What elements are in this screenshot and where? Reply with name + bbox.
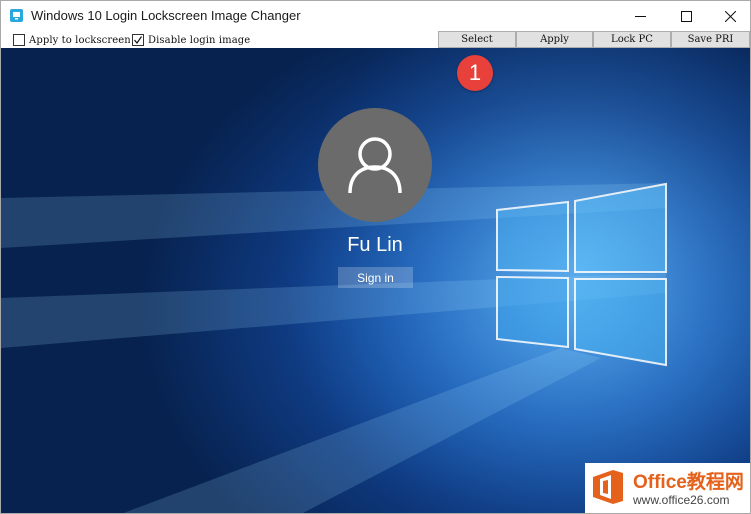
user-icon xyxy=(348,137,402,194)
avatar xyxy=(318,108,432,222)
close-icon xyxy=(724,10,736,22)
step-marker: 1 xyxy=(457,55,493,91)
apply-button[interactable]: Apply xyxy=(516,31,593,48)
maximize-icon xyxy=(680,10,692,22)
apply-lockscreen-option[interactable]: Apply to lockscreen xyxy=(13,33,130,47)
minimize-button[interactable] xyxy=(617,1,663,31)
watermark-url: www.office26.com xyxy=(633,493,730,507)
save-pri-button[interactable]: Save PRI xyxy=(671,31,750,48)
disable-login-checkbox[interactable] xyxy=(132,34,144,46)
sign-in-button[interactable]: Sign in xyxy=(338,267,413,288)
app-icon xyxy=(10,9,23,22)
minimize-icon xyxy=(634,15,646,17)
title-bar[interactable]: Windows 10 Login Lockscreen Image Change… xyxy=(1,1,750,31)
maximize-button[interactable] xyxy=(663,1,709,31)
window-title: Windows 10 Login Lockscreen Image Change… xyxy=(31,8,301,23)
apply-lockscreen-label: Apply to lockscreen xyxy=(29,34,130,46)
user-name: Fu Lin xyxy=(347,234,403,256)
checkmark-icon xyxy=(134,36,142,44)
apply-lockscreen-checkbox[interactable] xyxy=(13,34,25,46)
office-logo-icon xyxy=(593,470,623,504)
close-button[interactable] xyxy=(709,1,750,31)
lockscreen-preview: 1 Fu Lin Sign in ⊙ ◧ Office教程网 www.offic… xyxy=(1,48,750,513)
select-button[interactable]: Select xyxy=(438,31,516,48)
lock-pc-button[interactable]: Lock PC xyxy=(593,31,671,48)
toolbar: Apply to lockscreen Disable login image … xyxy=(1,31,750,48)
app-window: Windows 10 Login Lockscreen Image Change… xyxy=(0,0,751,514)
watermark: Office教程网 www.office26.com xyxy=(585,463,750,513)
disable-login-option[interactable]: Disable login image xyxy=(132,33,250,47)
disable-login-label: Disable login image xyxy=(148,34,251,46)
watermark-brand: Office教程网 xyxy=(633,472,744,493)
